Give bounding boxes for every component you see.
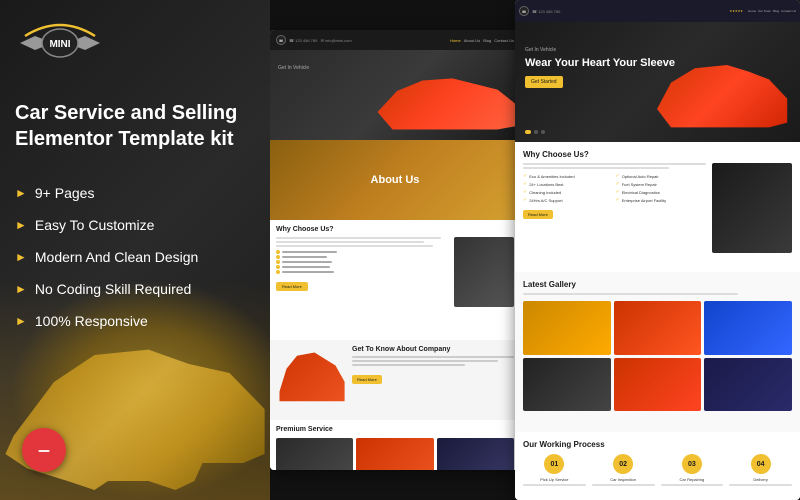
why-left-content: Read More xyxy=(276,237,514,307)
working-title: Our Working Process xyxy=(523,440,792,449)
why-right-content: ✓ Eco & Amenities Included ✓ Optional Au… xyxy=(523,163,792,253)
feature-coding: ► No Coding Skill Required xyxy=(15,281,198,297)
gallery-title: Latest Gallery xyxy=(523,280,792,289)
feature-pages: ► 9+ Pages xyxy=(15,185,198,201)
gallery-subtitle-line xyxy=(523,293,738,295)
feature-pages-text: 9+ Pages xyxy=(35,185,95,201)
premium-img-3 xyxy=(437,438,514,470)
company-image xyxy=(276,346,346,411)
feature-responsive-text: 100% Responsive xyxy=(35,313,148,329)
hero-dots xyxy=(525,130,545,134)
gallery-item-2 xyxy=(614,301,702,355)
preview-left-header: M ☎ 123 456 789 ✉ info@mini.com Home Abo… xyxy=(270,30,520,50)
gallery-item-4 xyxy=(523,358,611,412)
premium-images xyxy=(276,438,514,470)
working-step-3: 03 Car Repairing xyxy=(661,454,724,486)
premium-img-1 xyxy=(276,438,353,470)
feature-design: ► Modern And Clean Design xyxy=(15,249,198,265)
right-preview-area: M ☎ 123 456 789 ✉ info@mini.com Home Abo… xyxy=(270,0,800,500)
preview-left-why: Why Choose Us? Read More xyxy=(270,220,520,340)
brand-logo: MINI xyxy=(15,18,105,68)
dot-1 xyxy=(525,130,531,134)
header-mini-text: M xyxy=(279,38,282,43)
why-left-text-area: Read More xyxy=(276,237,450,307)
why-right-title: Why Choose Us? xyxy=(523,150,792,159)
why-right-list: ✓ Eco & Amenities Included ✓ Optional Au… xyxy=(523,173,706,203)
preview-right-hero: Get In Vehicle Wear Your Heart Your Slee… xyxy=(515,22,800,142)
hero-right-subtitle: Get In Vehicle xyxy=(525,47,675,53)
why-left-list xyxy=(276,250,450,274)
why-left-image xyxy=(454,237,514,307)
company-text: Get To Know About Company Read More xyxy=(352,346,514,414)
company-lines xyxy=(352,356,514,366)
product-subtitle: Elementor Template kit xyxy=(15,128,260,151)
preview-window-right: M ☎ 123 456 789 ★★★★★ Home Our Team Blog… xyxy=(515,0,800,500)
working-step-4: 04 Delivery xyxy=(729,454,792,486)
gallery-item-3 xyxy=(704,301,792,355)
gallery-item-6 xyxy=(704,358,792,412)
arrow-icon-pages: ► xyxy=(15,186,27,200)
header-mini-circle: M xyxy=(276,35,286,45)
dot-3 xyxy=(541,130,545,134)
hero-right-cta[interactable]: Get Started xyxy=(525,76,563,88)
preview-right-working: Our Working Process 01 Pick Up Service 0… xyxy=(515,432,800,500)
preview-left-header-logo: M ☎ 123 456 789 ✉ info@mini.com xyxy=(276,35,352,45)
gallery-item-1 xyxy=(523,301,611,355)
svg-text:MINI: MINI xyxy=(49,39,70,50)
preview-window-left: M ☎ 123 456 789 ✉ info@mini.com Home Abo… xyxy=(270,30,520,470)
left-panel: MINI Car Service and Selling Elementor T… xyxy=(0,0,270,500)
gallery-grid xyxy=(523,301,792,411)
why-right-image xyxy=(712,163,792,253)
working-step-1: 01 Pick Up Service xyxy=(523,454,586,486)
arrow-icon-coding: ► xyxy=(15,282,27,296)
preview-left-about: About Us xyxy=(270,140,520,220)
feature-coding-text: No Coding Skill Required xyxy=(35,281,191,297)
arrow-icon-responsive: ► xyxy=(15,314,27,328)
preview-right-gallery: Latest Gallery xyxy=(515,272,800,432)
hero-left-text: Get In Vehicle xyxy=(278,65,309,74)
gallery-item-5 xyxy=(614,358,702,412)
why-right-text: ✓ Eco & Amenities Included ✓ Optional Au… xyxy=(523,163,706,253)
premium-img-2 xyxy=(356,438,433,470)
company-cta-button[interactable]: Read More xyxy=(352,375,382,384)
preview-left-premium: Premium Service xyxy=(270,420,520,470)
preview-left-nav: Home About Us Blog Contact Us xyxy=(450,38,514,43)
why-left-title: Why Choose Us? xyxy=(276,226,514,233)
working-step-2: 02 Car Inspection xyxy=(592,454,655,486)
header-contact-text: ☎ 123 456 789 ✉ info@mini.com xyxy=(289,38,352,43)
dot-2 xyxy=(534,130,538,134)
preview-right-header-nav: ★★★★★ Home Our Team Blog Contact Us xyxy=(730,9,796,13)
arrow-icon-customize: ► xyxy=(15,218,27,232)
feature-customize: ► Easy To Customize xyxy=(15,217,198,233)
elementor-icon: ⎯ xyxy=(39,439,49,462)
feature-customize-text: Easy To Customize xyxy=(35,217,155,233)
header-right-circle: M xyxy=(519,6,529,16)
company-title: Get To Know About Company xyxy=(352,346,514,353)
product-title: Car Service and Selling xyxy=(15,100,260,126)
logo-arc-svg xyxy=(23,18,97,38)
hero-left-car xyxy=(370,70,520,140)
read-more-button[interactable]: Read More xyxy=(276,282,308,291)
about-label: About Us xyxy=(371,174,420,186)
preview-left-company: Get To Know About Company Read More xyxy=(270,340,520,420)
preview-left-hero: Get In Vehicle xyxy=(270,50,520,140)
arrow-icon-design: ► xyxy=(15,250,27,264)
product-title-area: Car Service and Selling Elementor Templa… xyxy=(15,100,260,151)
feature-design-text: Modern And Clean Design xyxy=(35,249,198,265)
hero-left-subtitle: Get In Vehicle xyxy=(278,65,309,71)
preview-right-header-logo: M ☎ 123 456 789 xyxy=(519,6,560,16)
hero-right-title: Wear Your Heart Your Sleeve xyxy=(525,56,675,70)
preview-right-why: Why Choose Us? ✓ Eco & Amenities Include… xyxy=(515,142,800,272)
preview-right-header: M ☎ 123 456 789 ★★★★★ Home Our Team Blog… xyxy=(515,0,800,22)
features-list: ► 9+ Pages ► Easy To Customize ► Modern … xyxy=(15,185,198,345)
elementor-badge: ⎯ xyxy=(22,428,66,472)
why-right-cta[interactable]: Read More xyxy=(523,210,553,219)
working-steps: 01 Pick Up Service 02 Car Inspection 03 xyxy=(523,454,792,486)
hero-right-text: Get In Vehicle Wear Your Heart Your Slee… xyxy=(525,47,675,88)
feature-responsive: ► 100% Responsive xyxy=(15,313,198,329)
premium-title: Premium Service xyxy=(276,426,514,433)
